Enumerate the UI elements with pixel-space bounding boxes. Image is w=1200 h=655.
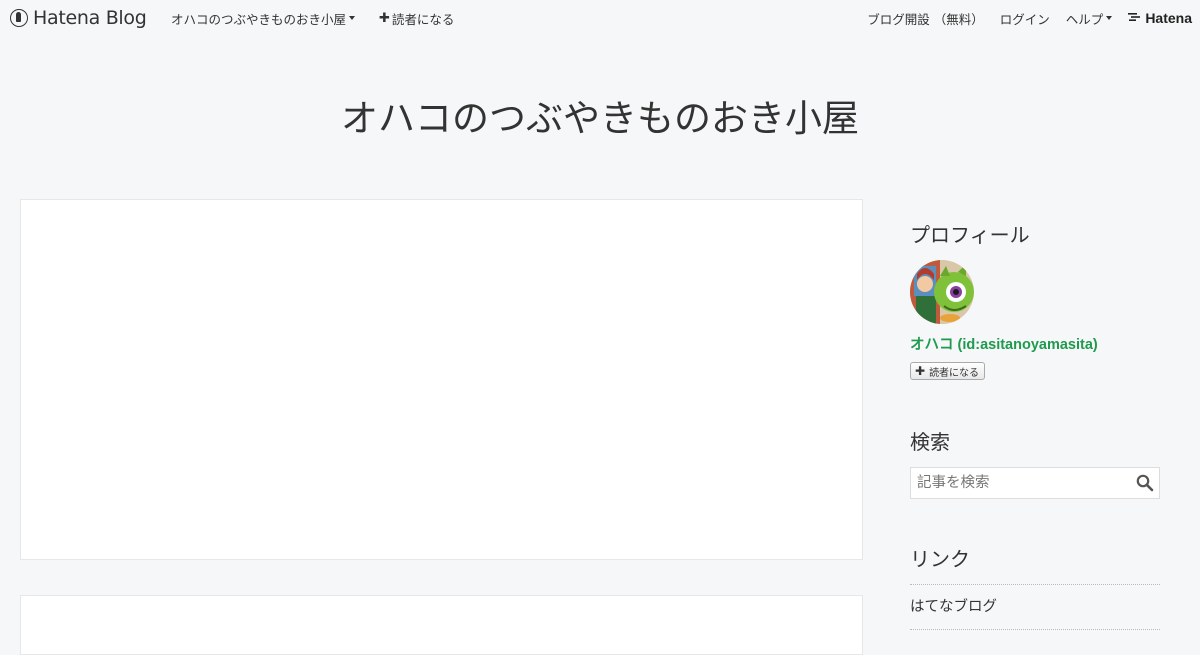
help-dropdown[interactable]: ヘルプ bbox=[1066, 9, 1113, 28]
search-form bbox=[910, 467, 1160, 499]
logo-text: Hatena Blog bbox=[33, 7, 147, 29]
global-header: Hatena Blog オハコのつぶやきものおき小屋 ✚ 読者になる ブログ開設… bbox=[0, 0, 1200, 36]
hatena-blog-logo[interactable]: Hatena Blog bbox=[10, 6, 147, 30]
main-content-box-2 bbox=[20, 595, 863, 655]
caret-down-icon bbox=[349, 16, 356, 20]
blog-menu-dropdown[interactable]: オハコのつぶやきものおき小屋 bbox=[171, 9, 356, 28]
profile-name-link[interactable]: オハコ (id:asitanoyamasita) bbox=[910, 333, 1098, 354]
profile-avatar[interactable] bbox=[910, 260, 974, 324]
header-right-nav: ブログ開設 （無料） ログイン ヘルプ Hatena bbox=[867, 0, 1192, 36]
profile-subscribe-button[interactable]: ✚ 読者になる bbox=[910, 362, 986, 380]
login-link[interactable]: ログイン bbox=[1000, 9, 1050, 28]
profile-heading: プロフィール bbox=[910, 223, 1030, 247]
plus-icon: ✚ bbox=[915, 364, 926, 378]
hatena-blog-icon bbox=[10, 9, 28, 27]
main-content-box bbox=[20, 199, 863, 560]
sidebar: プロフィール オハコ (id:asitanoyamasita) ✚ 読者になる … bbox=[893, 199, 1179, 639]
caret-down-icon bbox=[1106, 16, 1113, 20]
links-heading: リンク bbox=[910, 547, 970, 571]
header-subscribe-button[interactable]: ✚ 読者になる bbox=[379, 9, 454, 28]
open-blog-link[interactable]: ブログ開設 （無料） bbox=[867, 9, 983, 28]
profile-subscribe-label: 読者になる bbox=[929, 367, 980, 379]
plus-icon: ✚ bbox=[379, 10, 390, 26]
search-input[interactable] bbox=[911, 468, 1131, 498]
blog-title[interactable]: オハコのつぶやきものおき小屋 bbox=[0, 88, 1200, 142]
header-subscribe-label: 読者になる bbox=[391, 11, 455, 27]
header-left-nav: オハコのつぶやきものおき小屋 ✚ 読者になる bbox=[171, 0, 454, 36]
avatar-image bbox=[910, 260, 974, 324]
hatena-brand-link[interactable]: Hatena bbox=[1128, 10, 1192, 26]
help-label: ヘルプ bbox=[1065, 11, 1104, 27]
hatena-mark-icon bbox=[1128, 12, 1142, 25]
search-icon[interactable] bbox=[1135, 473, 1155, 493]
search-heading: 検索 bbox=[910, 430, 950, 454]
hatena-brand-label: Hatena bbox=[1145, 10, 1192, 26]
link-item-hatena-blog[interactable]: はてなブログ bbox=[910, 585, 1160, 630]
blog-menu-label: オハコのつぶやきものおき小屋 bbox=[171, 11, 347, 27]
link-list: はてなブログ bbox=[910, 584, 1160, 630]
